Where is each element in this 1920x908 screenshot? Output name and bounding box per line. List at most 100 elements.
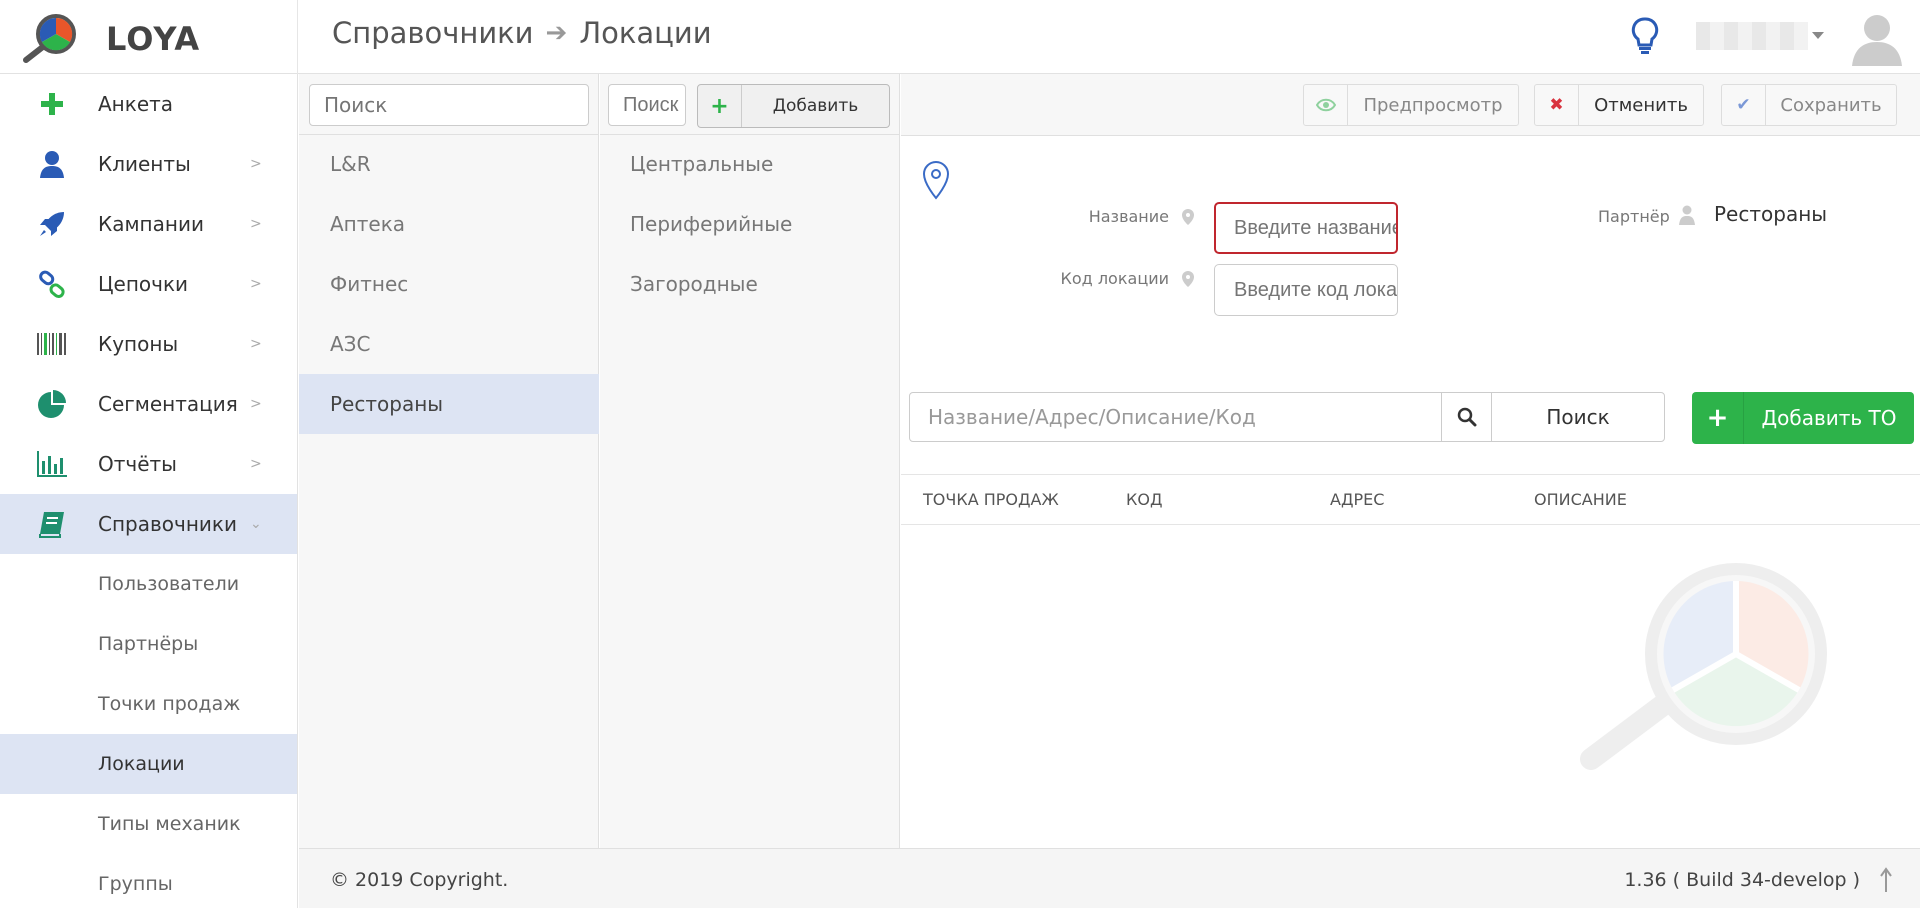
toolbar: Предпросмотр ✖ Отменить ✔ Сохранить	[901, 74, 1920, 136]
save-label: Сохранить	[1780, 94, 1882, 116]
search-icon[interactable]	[1442, 393, 1492, 441]
chevron-right-icon: >	[250, 456, 262, 472]
save-button[interactable]: ✔ Сохранить	[1721, 84, 1897, 126]
sidebar-item-clients[interactable]: Клиенты >	[0, 134, 297, 194]
sidebar-subitem-groups[interactable]: Группы	[0, 854, 297, 908]
logo[interactable]: LOYA	[22, 12, 297, 64]
table-header: Точка продаж Код Адрес Описание	[901, 474, 1920, 525]
list-item[interactable]: Аптека	[299, 194, 599, 254]
list-item[interactable]: Периферийные	[600, 194, 900, 254]
check-icon: ✔	[1722, 85, 1766, 125]
chain-icon	[36, 268, 68, 300]
sidebar-item-campaigns[interactable]: Кампании >	[0, 194, 297, 254]
arrow-right-icon: ➔	[545, 18, 568, 48]
add-location-button[interactable]: + Добавить	[697, 84, 890, 128]
chevron-right-icon: >	[250, 396, 262, 412]
list-item[interactable]: Фитнес	[299, 254, 599, 314]
chevron-down-icon: ⌄	[250, 516, 262, 532]
sidebar-item-label: Анкета	[98, 92, 174, 116]
sidebar-item-segmentation[interactable]: Сегментация >	[0, 374, 297, 434]
list-item[interactable]: АЗС	[299, 314, 599, 374]
sidebar-subitem-label: Типы механик	[98, 813, 241, 835]
chevron-right-icon: >	[250, 276, 262, 292]
close-icon: ✖	[1535, 85, 1579, 125]
sidebar-subitem-label: Точки продаж	[98, 693, 241, 715]
list-item[interactable]: L&R	[299, 134, 599, 194]
add-point-label: Добавить ТО	[1761, 406, 1897, 430]
user-icon	[1679, 205, 1695, 225]
sidebar-item-reports[interactable]: Отчёты >	[0, 434, 297, 494]
header-divider	[297, 0, 298, 74]
partner-label: Партнёр	[1598, 207, 1670, 226]
sidebar-item-label: Справочники	[98, 512, 237, 536]
sidebar-item-label: Кампании	[98, 212, 204, 236]
column-header[interactable]: Код	[1126, 490, 1162, 509]
pie-icon	[36, 388, 68, 420]
breadcrumb-current: Локации	[579, 16, 712, 50]
point-search-group: Название/Адрес/Описание/Код Поиск	[909, 392, 1665, 442]
plus-icon	[36, 88, 68, 120]
sidebar-item-label: Отчёты	[98, 452, 177, 476]
column-header[interactable]: Адрес	[1330, 490, 1384, 509]
column-header[interactable]: Описание	[1534, 490, 1627, 509]
map-pin-icon	[922, 160, 950, 200]
user-icon	[36, 148, 68, 180]
preview-label: Предпросмотр	[1363, 94, 1503, 116]
footer: © 2019 Copyright. 1.36 ( Build 34-develo…	[299, 848, 1920, 908]
cancel-label: Отменить	[1594, 94, 1688, 116]
preview-button[interactable]: Предпросмотр	[1303, 84, 1519, 126]
list-item[interactable]: Центральные	[600, 134, 900, 194]
chevron-down-icon[interactable]	[1812, 32, 1824, 39]
name-label: Название	[1088, 207, 1169, 226]
chevron-right-icon: >	[250, 156, 262, 172]
sidebar-item-references[interactable]: Справочники ⌄	[0, 494, 297, 554]
cancel-button[interactable]: ✖ Отменить	[1534, 84, 1704, 126]
location-code-input[interactable]	[1214, 264, 1398, 316]
sidebar-subitem-label: Партнёры	[98, 633, 199, 655]
sidebar-item-label: Клиенты	[98, 152, 191, 176]
point-search-input[interactable]: Название/Адрес/Описание/Код	[910, 393, 1442, 441]
sidebar-item-chains[interactable]: Цепочки >	[0, 254, 297, 314]
sidebar-item-label: Купоны	[98, 332, 179, 356]
avatar[interactable]	[1848, 8, 1906, 66]
search-button[interactable]: Поиск	[1492, 393, 1664, 441]
column-header[interactable]: Точка продаж	[923, 490, 1059, 509]
partner-value: Рестораны	[1714, 202, 1828, 226]
sidebar-item-anketa[interactable]: Анкета	[0, 74, 297, 134]
location-code-label: Код локации	[1060, 269, 1169, 288]
sidebar-subitem-points-of-sale[interactable]: Точки продаж	[0, 674, 297, 734]
sidebar-item-label: Сегментация	[98, 392, 238, 416]
location-detail-panel: Предпросмотр ✖ Отменить ✔ Сохранить Назв…	[901, 74, 1920, 848]
chevron-right-icon: >	[250, 216, 262, 232]
chevron-right-icon: >	[250, 336, 262, 352]
sidebar-subitem-locations[interactable]: Локации	[0, 734, 297, 794]
sidebar-subitem-mechanic-types[interactable]: Типы механик	[0, 794, 297, 854]
list-item[interactable]: Загородные	[600, 254, 900, 314]
location-name-input[interactable]	[1214, 202, 1398, 254]
sidebar-item-coupons[interactable]: Купоны >	[0, 314, 297, 374]
map-pin-icon	[1182, 209, 1194, 225]
sidebar-item-label: Цепочки	[98, 272, 189, 296]
rocket-icon	[36, 208, 68, 240]
user-name[interactable]	[1696, 22, 1808, 50]
sidebar-subitem-partners[interactable]: Партнёры	[0, 614, 297, 674]
barcode-icon	[36, 328, 68, 360]
add-location-label: Добавить	[772, 96, 859, 116]
logo-text: LOYA	[106, 20, 201, 58]
breadcrumb-parent[interactable]: Справочники	[332, 16, 534, 50]
book-icon	[36, 508, 68, 540]
partner-search-input[interactable]	[309, 84, 589, 126]
arrow-up-icon[interactable]	[1878, 867, 1894, 893]
version-info: 1.36 ( Build 34-develop )	[1624, 869, 1860, 891]
location-search-input[interactable]	[608, 84, 686, 126]
list-item[interactable]: Рестораны	[299, 374, 599, 434]
add-point-button[interactable]: + Добавить ТО	[1692, 392, 1914, 444]
eye-icon	[1304, 85, 1348, 125]
lightbulb-icon[interactable]	[1630, 16, 1660, 56]
sidebar-subitem-label: Группы	[98, 873, 173, 895]
sidebar-subitem-users[interactable]: Пользователи	[0, 554, 297, 614]
plus-icon: +	[1692, 392, 1744, 444]
sidebar: Анкета Клиенты > Кампании > Цепочки > Ку…	[0, 74, 298, 908]
empty-state-magnifier-icon	[1580, 563, 1827, 770]
sidebar-subitem-label: Пользователи	[98, 573, 240, 595]
